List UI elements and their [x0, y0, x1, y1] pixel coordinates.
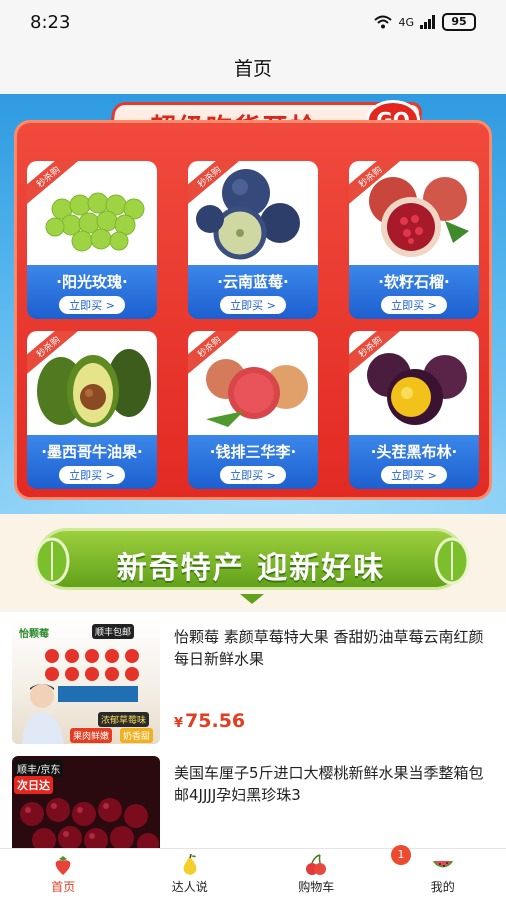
currency-symbol: ¥	[174, 716, 184, 731]
status-bar: 8:23 4G 95	[0, 0, 506, 44]
leaf-icon	[434, 537, 470, 585]
leaf-icon	[34, 537, 70, 585]
shipping-label: 顺丰/京东	[14, 760, 64, 777]
cherry-pile-icon	[20, 798, 159, 848]
person-icon	[22, 684, 64, 744]
strawberry-icon	[55, 856, 71, 875]
product-title[interactable]: 怡颗莓 素颜草莓特大果 香甜奶油草莓云南红颜每日新鲜水果	[174, 626, 486, 670]
nav-talent[interactable]: 达人说	[127, 849, 254, 900]
thumb-tag: 奶香甜	[120, 728, 154, 743]
buy-now-button[interactable]: 立即买 >	[220, 466, 286, 484]
section-arrow	[240, 594, 264, 604]
card-footer: ·软籽石榴· 立即买 >	[349, 265, 479, 319]
list-item[interactable]: 顺丰/京东 次日达 美国车厘子5斤进口大樱桃新鲜水果当季整箱包邮4JJJJ孕妇黑…	[0, 748, 506, 848]
card-image: 秒杀购	[27, 331, 157, 437]
list-item[interactable]: 怡颗莓 顺丰包邮 浓郁草莓味 果肉鲜嫩 奶香甜 怡颗莓 素颜草莓特大果 香甜奶油…	[0, 612, 506, 750]
promo-card-blueberry[interactable]: 秒杀购 ·云南蓝莓· 立即买 >	[188, 161, 318, 319]
network-label: 4G	[398, 15, 414, 29]
shipping-label: 顺丰包邮	[92, 624, 135, 639]
product-thumbnail[interactable]: 顺丰/京东 次日达	[12, 756, 160, 848]
product-name: ·软籽石榴·	[378, 273, 450, 291]
card-image: 秒杀购	[188, 161, 318, 267]
card-image: 秒杀购	[27, 161, 157, 267]
buy-now-button[interactable]: 立即买 >	[220, 296, 286, 314]
section-pill: 新奇特产 迎新好味	[36, 528, 466, 590]
promo-card-avocado[interactable]: 秒杀购 ·墨西哥牛油果· 立即买 >	[27, 331, 157, 489]
buy-now-button[interactable]: 立即买 >	[59, 296, 125, 314]
product-name: ·阳光玫瑰·	[56, 273, 128, 291]
buy-now-button[interactable]: 立即买 >	[59, 466, 125, 484]
nav-home[interactable]: 首页	[0, 849, 127, 900]
bottom-nav: 首页 达人说 购物车 1 我的	[0, 845, 506, 900]
card-footer: ·墨西哥牛油果· 立即买 >	[27, 435, 157, 489]
card-image: 秒杀购	[349, 331, 479, 437]
signal-icon	[420, 15, 435, 29]
section-banner: 新奇特产 迎新好味	[0, 514, 506, 610]
price-value: 75.56	[185, 710, 246, 732]
nav-label: 我的	[430, 880, 455, 894]
card-footer: ·云南蓝莓· 立即买 >	[188, 265, 318, 319]
status-icons: 4G 95	[374, 13, 476, 31]
title-bar: 首页	[0, 44, 506, 94]
promo-card-grape[interactable]: 秒杀购 ·阳光玫瑰· 立即买 >	[27, 161, 157, 319]
promo-card-black-plum[interactable]: 秒杀购 ·头茬黑布林· 立即买 >	[349, 331, 479, 489]
watermelon-icon	[432, 861, 453, 868]
nav-profile[interactable]: 我的	[380, 849, 506, 900]
pear-icon	[183, 853, 197, 875]
battery-icon: 95	[442, 13, 476, 31]
product-thumbnail[interactable]: 怡颗莓 顺丰包邮 浓郁草莓味 果肉鲜嫩 奶香甜	[12, 620, 160, 744]
product-price: ¥75.56	[174, 710, 245, 732]
wifi-icon	[374, 15, 393, 29]
product-title[interactable]: 美国车厘子5斤进口大樱桃新鲜水果当季整箱包邮4JJJJ孕妇黑珍珠3	[174, 762, 486, 806]
promo-card-plum[interactable]: 秒杀购 ·钱排三华李· 立即买 >	[188, 331, 318, 489]
card-image: 秒杀购	[188, 331, 318, 437]
promo-frame: 秒杀购 ·阳光玫瑰· 立即买 > 秒杀购 ·云南蓝莓· 立即买 > 秒杀购 ·软…	[14, 120, 492, 500]
product-name: ·头茬黑布林·	[370, 443, 458, 461]
card-image: 秒杀购	[349, 161, 479, 267]
promo-banner[interactable]: 超级吃货开抢 GO 秒杀购 ·阳光玫瑰· 立即买 >	[0, 94, 506, 514]
thumb-tag: 浓郁草莓味	[98, 712, 150, 727]
status-time: 8:23	[30, 12, 71, 33]
brand-label: 怡颗莓	[19, 629, 49, 640]
section-title: 新奇特产 迎新好味	[116, 551, 386, 586]
buy-now-button[interactable]: 立即买 >	[381, 296, 447, 314]
product-list[interactable]: 怡颗莓 顺丰包邮 浓郁草莓味 果肉鲜嫩 奶香甜 怡颗莓 素颜草莓特大果 香甜奶油…	[0, 612, 506, 848]
card-footer: ·钱排三华李· 立即买 >	[188, 435, 318, 489]
next-day-label: 次日达	[14, 776, 53, 794]
nav-cart[interactable]: 购物车 1	[253, 845, 411, 900]
nav-label: 达人说	[171, 880, 208, 894]
buy-now-button[interactable]: 立即买 >	[381, 466, 447, 484]
nav-label: 首页	[51, 880, 76, 894]
cherry-icon	[306, 854, 327, 875]
page-title: 首页	[233, 58, 272, 80]
promo-card-pomegranate[interactable]: 秒杀购 ·软籽石榴· 立即买 >	[349, 161, 479, 319]
product-name: ·钱排三华李·	[209, 443, 297, 461]
product-name: ·云南蓝莓·	[217, 273, 289, 291]
thumb-tag: 果肉鲜嫩	[70, 728, 113, 743]
product-name: ·墨西哥牛油果·	[41, 443, 143, 461]
card-footer: ·阳光玫瑰· 立即买 >	[27, 265, 157, 319]
nav-label: 购物车	[298, 880, 335, 894]
card-footer: ·头茬黑布林· 立即买 >	[349, 435, 479, 489]
